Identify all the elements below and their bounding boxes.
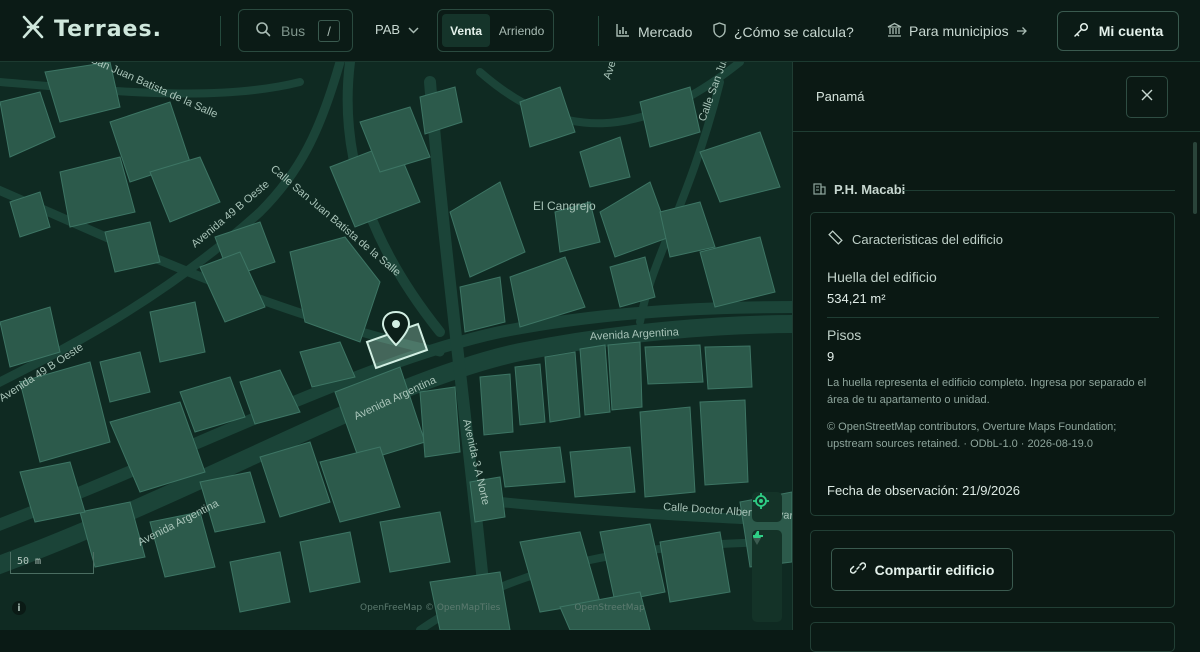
district-label: El Cangrejo — [533, 199, 596, 213]
footprint-note: La huella representa el edificio complet… — [827, 377, 1147, 406]
building-features-card: Caracteristicas del edificio Huella del … — [810, 212, 1175, 516]
link-icon — [849, 560, 866, 579]
nav-para-municipios[interactable]: Para municipios — [887, 22, 1028, 40]
ruler-icon — [828, 230, 843, 248]
search-shortcut-key: / — [318, 20, 340, 42]
nav-label: Para municipios — [909, 23, 1009, 39]
share-building-button[interactable]: Compartir edificio — [831, 548, 1013, 591]
panel-header: Panamá — [793, 62, 1200, 132]
locate-button[interactable] — [752, 492, 782, 522]
nav-mercado[interactable]: Mercado — [615, 22, 692, 41]
floors-label: Pisos — [827, 327, 862, 343]
chart-icon — [615, 22, 631, 41]
footprint-value: 534,21 m² — [827, 291, 886, 306]
share-card: Compartir edificio — [810, 530, 1175, 608]
currency-value: PAB — [375, 22, 401, 37]
next-card — [810, 622, 1175, 652]
tab-venta[interactable]: Venta — [442, 14, 491, 47]
attribution-openfreemap[interactable]: OpenFreeMap © OpenMapTiles — [360, 603, 500, 613]
building-panel: Panamá P.H. Macabi Caracteristicas del e… — [792, 62, 1200, 652]
map-canvas[interactable]: Calle San Juan Batista de la Salle San J… — [0, 62, 792, 630]
building-heading: P.H. Macabi — [812, 181, 905, 198]
divider — [220, 16, 221, 46]
logo-icon — [22, 14, 44, 45]
account-label: Mi cuenta — [1098, 23, 1164, 39]
shield-icon — [712, 22, 727, 41]
search-icon — [255, 21, 271, 40]
divider — [827, 317, 1159, 318]
key-icon — [1073, 22, 1089, 41]
footprint-label: Huella del edificio — [827, 269, 937, 285]
search-placeholder: Bus — [281, 22, 306, 39]
close-icon — [1141, 88, 1153, 106]
mode-toggle: Venta Arriendo — [437, 9, 554, 52]
close-button[interactable] — [1126, 76, 1168, 118]
floors-value: 9 — [827, 349, 835, 364]
nav-label: Mercado — [638, 23, 693, 40]
panel-scrollbar[interactable] — [1193, 142, 1197, 214]
building-name: P.H. Macabi — [834, 182, 906, 197]
map-attribution: i OpenFreeMap © OpenMapTiles OpenStreetM… — [0, 598, 760, 618]
street-label: Avenida 3 A Norte — [601, 62, 640, 81]
source-note: © OpenStreetMap contributors, Overture M… — [827, 421, 1117, 450]
building-icon — [812, 181, 826, 198]
brand-logo[interactable]: Terraes. — [22, 14, 162, 45]
share-label: Compartir edificio — [874, 561, 995, 578]
observation-date: Fecha de observación: 21/9/2026 — [827, 483, 1020, 498]
attribution-osm[interactable]: OpenStreetMap — [574, 603, 644, 613]
search-input[interactable]: Bus / — [238, 9, 353, 52]
card-header: Caracteristicas del edificio — [828, 230, 1003, 248]
account-button[interactable]: Mi cuenta — [1057, 11, 1179, 51]
divider — [598, 16, 599, 46]
section-title: Caracteristicas del edificio — [852, 231, 1004, 247]
bank-icon — [887, 22, 902, 40]
chevron-down-icon — [408, 22, 419, 37]
top-navbar: Terraes. Bus / PAB Venta Arriendo Mercad… — [0, 0, 1200, 62]
info-icon[interactable]: i — [12, 601, 26, 615]
panel-title: Panamá — [816, 89, 865, 104]
arrow-right-icon — [1016, 23, 1028, 39]
nav-como-se-calcula[interactable]: ¿Cómo se calcula? — [712, 22, 854, 41]
nav-label: ¿Cómo se calcula? — [734, 23, 854, 40]
currency-select[interactable]: PAB — [375, 22, 419, 37]
zoom-out-button[interactable] — [752, 535, 782, 590]
divider — [903, 190, 1175, 191]
map-scale: 50 m — [10, 552, 94, 574]
tab-arriendo[interactable]: Arriendo — [494, 14, 549, 47]
map-layer: Calle San Juan Batista de la Salle San J… — [0, 62, 792, 630]
brand-name: Terraes. — [54, 17, 162, 42]
